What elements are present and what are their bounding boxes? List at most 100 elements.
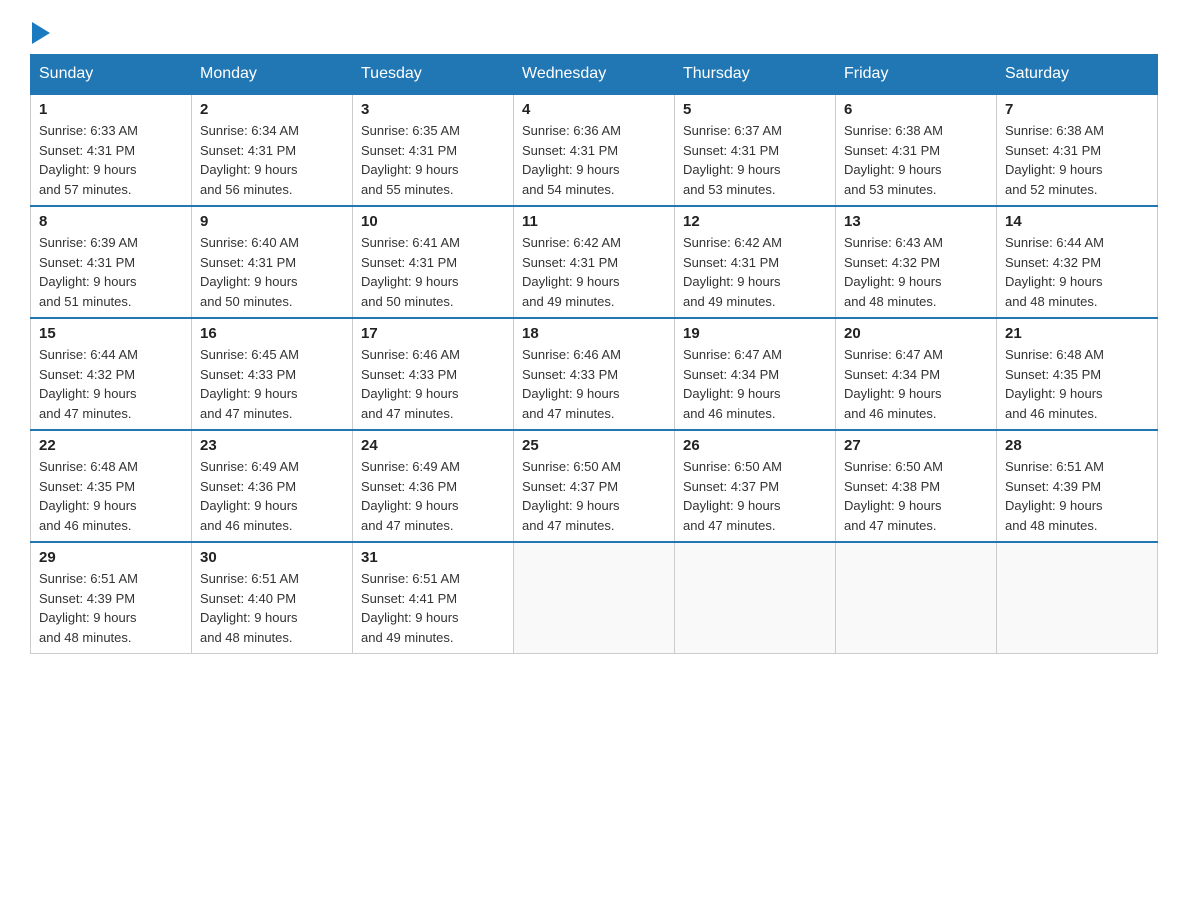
logo	[30, 20, 50, 44]
calendar-table: SundayMondayTuesdayWednesdayThursdayFrid…	[30, 54, 1158, 654]
day-number: 26	[683, 437, 827, 454]
day-info: Sunrise: 6:44 AM Sunset: 4:32 PM Dayligh…	[39, 345, 183, 423]
page-header	[30, 20, 1158, 44]
day-info: Sunrise: 6:49 AM Sunset: 4:36 PM Dayligh…	[361, 457, 505, 535]
week-row-4: 22 Sunrise: 6:48 AM Sunset: 4:35 PM Dayl…	[31, 430, 1158, 542]
calendar-cell: 29 Sunrise: 6:51 AM Sunset: 4:39 PM Dayl…	[31, 542, 192, 654]
weekday-header-row: SundayMondayTuesdayWednesdayThursdayFrid…	[31, 55, 1158, 95]
day-info: Sunrise: 6:47 AM Sunset: 4:34 PM Dayligh…	[844, 345, 988, 423]
day-info: Sunrise: 6:38 AM Sunset: 4:31 PM Dayligh…	[844, 121, 988, 199]
day-info: Sunrise: 6:51 AM Sunset: 4:39 PM Dayligh…	[1005, 457, 1149, 535]
calendar-cell: 28 Sunrise: 6:51 AM Sunset: 4:39 PM Dayl…	[997, 430, 1158, 542]
calendar-cell: 3 Sunrise: 6:35 AM Sunset: 4:31 PM Dayli…	[353, 94, 514, 206]
week-row-2: 8 Sunrise: 6:39 AM Sunset: 4:31 PM Dayli…	[31, 206, 1158, 318]
week-row-5: 29 Sunrise: 6:51 AM Sunset: 4:39 PM Dayl…	[31, 542, 1158, 654]
week-row-1: 1 Sunrise: 6:33 AM Sunset: 4:31 PM Dayli…	[31, 94, 1158, 206]
calendar-cell	[514, 542, 675, 654]
calendar-cell: 12 Sunrise: 6:42 AM Sunset: 4:31 PM Dayl…	[675, 206, 836, 318]
calendar-cell: 24 Sunrise: 6:49 AM Sunset: 4:36 PM Dayl…	[353, 430, 514, 542]
weekday-header-saturday: Saturday	[997, 55, 1158, 95]
calendar-cell: 5 Sunrise: 6:37 AM Sunset: 4:31 PM Dayli…	[675, 94, 836, 206]
day-info: Sunrise: 6:44 AM Sunset: 4:32 PM Dayligh…	[1005, 233, 1149, 311]
calendar-cell: 18 Sunrise: 6:46 AM Sunset: 4:33 PM Dayl…	[514, 318, 675, 430]
calendar-cell: 4 Sunrise: 6:36 AM Sunset: 4:31 PM Dayli…	[514, 94, 675, 206]
calendar-cell	[997, 542, 1158, 654]
calendar-cell: 15 Sunrise: 6:44 AM Sunset: 4:32 PM Dayl…	[31, 318, 192, 430]
calendar-cell: 11 Sunrise: 6:42 AM Sunset: 4:31 PM Dayl…	[514, 206, 675, 318]
day-info: Sunrise: 6:50 AM Sunset: 4:37 PM Dayligh…	[522, 457, 666, 535]
calendar-cell: 8 Sunrise: 6:39 AM Sunset: 4:31 PM Dayli…	[31, 206, 192, 318]
day-number: 11	[522, 213, 666, 230]
calendar-cell: 17 Sunrise: 6:46 AM Sunset: 4:33 PM Dayl…	[353, 318, 514, 430]
day-info: Sunrise: 6:35 AM Sunset: 4:31 PM Dayligh…	[361, 121, 505, 199]
week-row-3: 15 Sunrise: 6:44 AM Sunset: 4:32 PM Dayl…	[31, 318, 1158, 430]
day-info: Sunrise: 6:51 AM Sunset: 4:39 PM Dayligh…	[39, 569, 183, 647]
day-number: 13	[844, 213, 988, 230]
day-info: Sunrise: 6:43 AM Sunset: 4:32 PM Dayligh…	[844, 233, 988, 311]
day-number: 24	[361, 437, 505, 454]
day-info: Sunrise: 6:39 AM Sunset: 4:31 PM Dayligh…	[39, 233, 183, 311]
day-number: 5	[683, 101, 827, 118]
calendar-cell: 1 Sunrise: 6:33 AM Sunset: 4:31 PM Dayli…	[31, 94, 192, 206]
day-number: 12	[683, 213, 827, 230]
day-number: 10	[361, 213, 505, 230]
day-number: 7	[1005, 101, 1149, 118]
day-number: 23	[200, 437, 344, 454]
calendar-cell: 13 Sunrise: 6:43 AM Sunset: 4:32 PM Dayl…	[836, 206, 997, 318]
day-number: 22	[39, 437, 183, 454]
day-number: 28	[1005, 437, 1149, 454]
day-number: 21	[1005, 325, 1149, 342]
day-info: Sunrise: 6:50 AM Sunset: 4:37 PM Dayligh…	[683, 457, 827, 535]
day-number: 2	[200, 101, 344, 118]
day-info: Sunrise: 6:51 AM Sunset: 4:41 PM Dayligh…	[361, 569, 505, 647]
day-number: 3	[361, 101, 505, 118]
calendar-cell: 30 Sunrise: 6:51 AM Sunset: 4:40 PM Dayl…	[192, 542, 353, 654]
day-info: Sunrise: 6:42 AM Sunset: 4:31 PM Dayligh…	[522, 233, 666, 311]
day-number: 27	[844, 437, 988, 454]
day-info: Sunrise: 6:51 AM Sunset: 4:40 PM Dayligh…	[200, 569, 344, 647]
day-info: Sunrise: 6:48 AM Sunset: 4:35 PM Dayligh…	[39, 457, 183, 535]
weekday-header-tuesday: Tuesday	[353, 55, 514, 95]
day-number: 31	[361, 549, 505, 566]
day-number: 16	[200, 325, 344, 342]
day-number: 30	[200, 549, 344, 566]
day-info: Sunrise: 6:47 AM Sunset: 4:34 PM Dayligh…	[683, 345, 827, 423]
day-number: 9	[200, 213, 344, 230]
calendar-cell: 9 Sunrise: 6:40 AM Sunset: 4:31 PM Dayli…	[192, 206, 353, 318]
day-info: Sunrise: 6:45 AM Sunset: 4:33 PM Dayligh…	[200, 345, 344, 423]
day-number: 29	[39, 549, 183, 566]
calendar-cell: 23 Sunrise: 6:49 AM Sunset: 4:36 PM Dayl…	[192, 430, 353, 542]
day-info: Sunrise: 6:33 AM Sunset: 4:31 PM Dayligh…	[39, 121, 183, 199]
weekday-header-monday: Monday	[192, 55, 353, 95]
day-info: Sunrise: 6:40 AM Sunset: 4:31 PM Dayligh…	[200, 233, 344, 311]
weekday-header-thursday: Thursday	[675, 55, 836, 95]
day-info: Sunrise: 6:48 AM Sunset: 4:35 PM Dayligh…	[1005, 345, 1149, 423]
day-info: Sunrise: 6:42 AM Sunset: 4:31 PM Dayligh…	[683, 233, 827, 311]
calendar-cell: 19 Sunrise: 6:47 AM Sunset: 4:34 PM Dayl…	[675, 318, 836, 430]
calendar-cell: 26 Sunrise: 6:50 AM Sunset: 4:37 PM Dayl…	[675, 430, 836, 542]
day-info: Sunrise: 6:46 AM Sunset: 4:33 PM Dayligh…	[522, 345, 666, 423]
day-info: Sunrise: 6:36 AM Sunset: 4:31 PM Dayligh…	[522, 121, 666, 199]
day-info: Sunrise: 6:49 AM Sunset: 4:36 PM Dayligh…	[200, 457, 344, 535]
calendar-cell: 14 Sunrise: 6:44 AM Sunset: 4:32 PM Dayl…	[997, 206, 1158, 318]
day-number: 20	[844, 325, 988, 342]
calendar-cell: 7 Sunrise: 6:38 AM Sunset: 4:31 PM Dayli…	[997, 94, 1158, 206]
day-number: 18	[522, 325, 666, 342]
day-info: Sunrise: 6:41 AM Sunset: 4:31 PM Dayligh…	[361, 233, 505, 311]
calendar-cell: 25 Sunrise: 6:50 AM Sunset: 4:37 PM Dayl…	[514, 430, 675, 542]
day-number: 6	[844, 101, 988, 118]
weekday-header-friday: Friday	[836, 55, 997, 95]
weekday-header-sunday: Sunday	[31, 55, 192, 95]
day-number: 19	[683, 325, 827, 342]
calendar-cell	[836, 542, 997, 654]
day-number: 1	[39, 101, 183, 118]
calendar-cell: 21 Sunrise: 6:48 AM Sunset: 4:35 PM Dayl…	[997, 318, 1158, 430]
day-info: Sunrise: 6:46 AM Sunset: 4:33 PM Dayligh…	[361, 345, 505, 423]
calendar-cell: 16 Sunrise: 6:45 AM Sunset: 4:33 PM Dayl…	[192, 318, 353, 430]
logo-triangle-icon	[32, 22, 50, 44]
calendar-cell: 2 Sunrise: 6:34 AM Sunset: 4:31 PM Dayli…	[192, 94, 353, 206]
calendar-cell: 31 Sunrise: 6:51 AM Sunset: 4:41 PM Dayl…	[353, 542, 514, 654]
day-info: Sunrise: 6:34 AM Sunset: 4:31 PM Dayligh…	[200, 121, 344, 199]
day-number: 15	[39, 325, 183, 342]
day-number: 4	[522, 101, 666, 118]
